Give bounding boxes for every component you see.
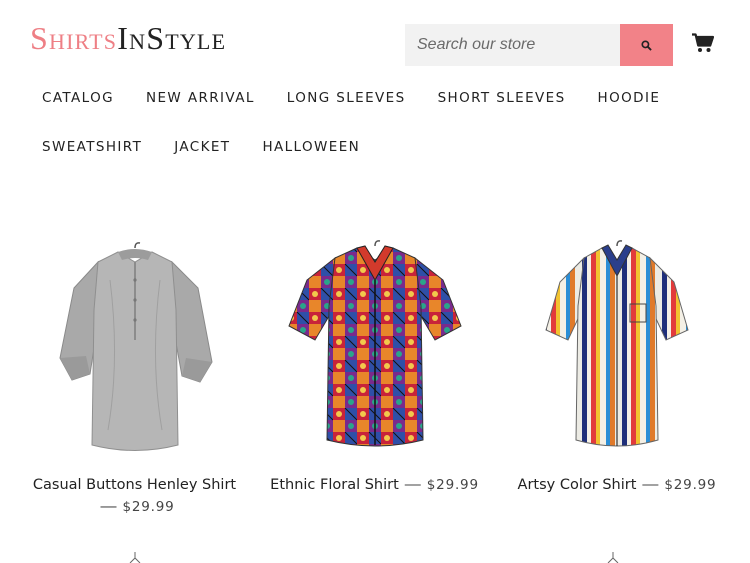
product-card: Casual Buttons Henley Shirt — $29.99 <box>22 240 247 518</box>
product-caption: Casual Buttons Henley Shirt — $29.99 <box>22 474 247 518</box>
product-caption: Artsy Color Shirt — $29.99 <box>502 474 732 496</box>
nav-item-long-sleeves[interactable]: LONG SLEEVES <box>287 88 406 108</box>
search-icon <box>641 39 652 51</box>
search-button[interactable] <box>620 24 673 66</box>
nav-item-halloween[interactable]: HALLOWEEN <box>262 137 360 157</box>
product-caption: Ethnic Floral Shirt — $29.99 <box>262 474 487 496</box>
product-title[interactable]: Ethnic Floral Shirt <box>270 477 399 493</box>
nav-item-sweatshirt[interactable]: SWEATSHIRT <box>42 137 142 157</box>
logo-letter: S <box>146 20 166 56</box>
nav-row: SWEATSHIRT JACKET HALLOWEEN <box>42 137 732 157</box>
product-card: Artsy Color Shirt — $29.99 <box>502 240 732 496</box>
product-image-peek <box>607 552 619 563</box>
search-form <box>405 24 673 66</box>
product-title[interactable]: Casual Buttons Henley Shirt <box>22 474 247 496</box>
nav-item-new-arrival[interactable]: NEW ARRIVAL <box>146 88 255 108</box>
search-input[interactable] <box>405 24 620 66</box>
nav-row: CATALOG NEW ARRIVAL LONG SLEEVES SHORT S… <box>42 88 732 108</box>
main-nav: CATALOG NEW ARRIVAL LONG SLEEVES SHORT S… <box>42 88 732 186</box>
product-price: $29.99 <box>664 477 717 493</box>
product-card: Ethnic Floral Shirt — $29.99 <box>262 240 487 496</box>
price-separator: — <box>642 476 659 493</box>
nav-item-short-sleeves[interactable]: SHORT SLEEVES <box>438 88 566 108</box>
nav-item-hoodie[interactable]: HOODIE <box>598 88 661 108</box>
cart-icon[interactable] <box>692 33 714 53</box>
store-page: SHIRTSINSTYLE CATALOG NEW ARRIVAL LONG S… <box>0 0 750 563</box>
nav-item-catalog[interactable]: CATALOG <box>42 88 114 108</box>
price-separator: — <box>404 476 421 493</box>
logo-letter: I <box>117 20 130 56</box>
product-image-peek <box>129 552 141 563</box>
nav-item-jacket[interactable]: JACKET <box>174 137 230 157</box>
store-logo[interactable]: SHIRTSINSTYLE <box>30 22 226 54</box>
product-image[interactable] <box>285 240 465 460</box>
product-image[interactable] <box>50 240 220 460</box>
price-separator: — <box>100 498 117 515</box>
logo-letter: N <box>129 29 147 54</box>
product-image[interactable] <box>542 240 692 460</box>
product-title[interactable]: Artsy Color Shirt <box>518 477 637 493</box>
logo-letter: HIRTS <box>49 29 118 54</box>
logo-letter: TYLE <box>165 29 227 54</box>
product-price: $29.99 <box>426 477 479 493</box>
product-price: $29.99 <box>122 499 175 515</box>
logo-letter: S <box>30 20 49 56</box>
